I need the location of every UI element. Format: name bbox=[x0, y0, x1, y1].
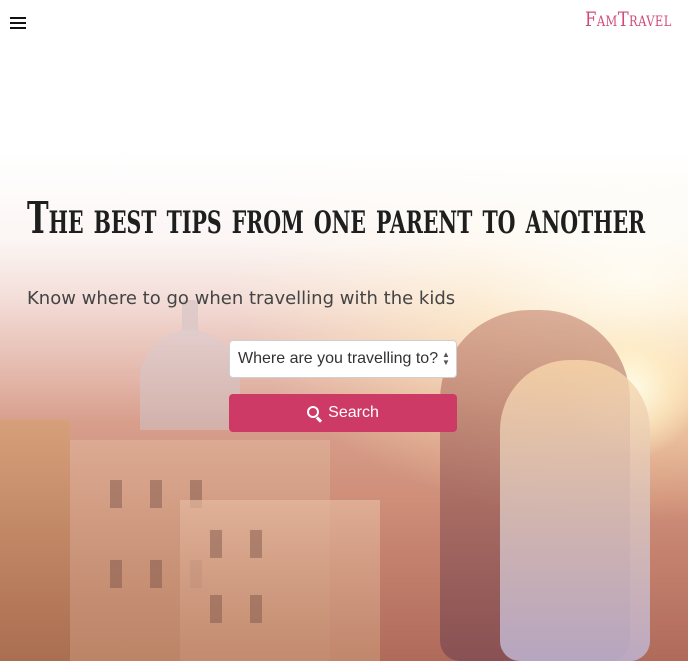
up-down-arrows-icon: ▲ ▼ bbox=[442, 350, 450, 367]
hero-headline: The best tips from one parent to another bbox=[27, 193, 646, 244]
building-right bbox=[180, 500, 380, 661]
destination-select[interactable]: Where are you travelling to? ▲ ▼ bbox=[229, 340, 457, 378]
destination-select-value: Where are you travelling to? bbox=[238, 350, 439, 367]
dome bbox=[140, 330, 240, 430]
site-logo[interactable]: FamTravel bbox=[585, 7, 672, 31]
building-left bbox=[0, 420, 70, 661]
child-figure bbox=[500, 360, 650, 661]
hero-subtitle: Know where to go when travelling with th… bbox=[27, 288, 456, 309]
search-button[interactable]: Search bbox=[229, 394, 457, 432]
hero-background bbox=[0, 0, 688, 661]
search-button-label: Search bbox=[328, 404, 379, 421]
search-icon bbox=[307, 405, 323, 422]
hamburger-menu-icon[interactable] bbox=[10, 15, 26, 31]
